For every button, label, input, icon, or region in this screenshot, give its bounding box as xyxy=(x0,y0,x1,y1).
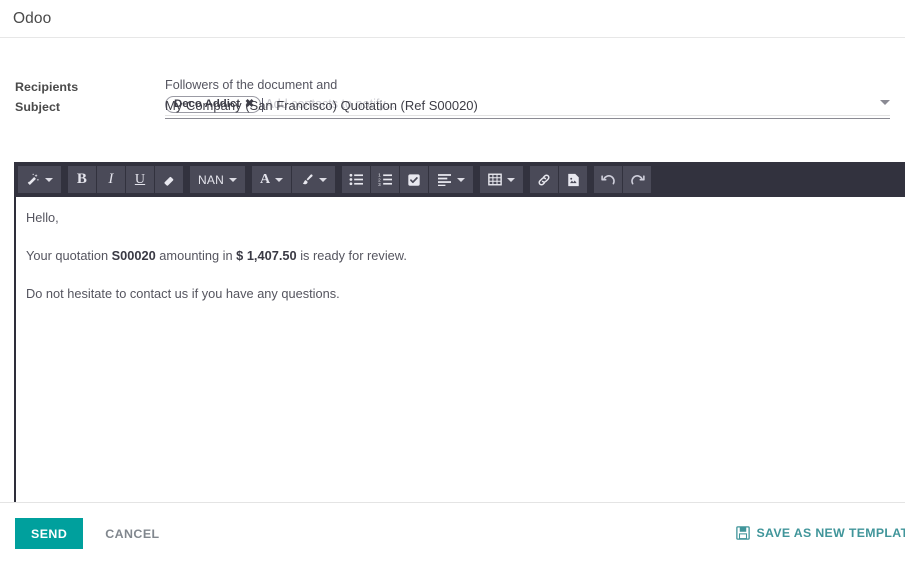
eraser-icon xyxy=(162,173,177,187)
floppy-disk-icon xyxy=(735,526,750,540)
bullet-list-icon xyxy=(349,173,364,186)
italic-button[interactable]: I xyxy=(97,166,125,193)
bold-icon: B xyxy=(76,171,88,187)
image-icon xyxy=(567,173,580,187)
magic-wand-button[interactable] xyxy=(18,166,61,193)
send-button[interactable]: SEND xyxy=(15,518,84,549)
quotation-amount: $ 1,407.50 xyxy=(236,248,297,263)
underline-button[interactable]: U xyxy=(126,166,154,193)
redo-button[interactable] xyxy=(623,166,652,193)
body-paragraph: Your quotation S00020 amounting in $ 1,4… xyxy=(26,247,905,264)
quotation-ref: S00020 xyxy=(111,248,156,263)
body-text: Do not hesitate to contact us if you hav… xyxy=(26,286,340,301)
link-icon xyxy=(537,173,551,187)
subject-input[interactable]: My Company (San Francisco) Quotation (Re… xyxy=(165,98,890,114)
font-size-button[interactable]: NAN xyxy=(190,166,245,193)
table-button[interactable] xyxy=(480,166,524,193)
body-text: Hello, xyxy=(26,210,59,225)
save-as-new-template-button[interactable]: SAVE AS NEW TEMPLATE xyxy=(730,525,905,541)
body-text: Your quotation xyxy=(26,248,112,263)
svg-text:3: 3 xyxy=(378,182,381,186)
italic-icon: I xyxy=(108,171,114,187)
magic-wand-icon xyxy=(26,173,40,187)
editor-toolbar: B I U NAN A 1 2 3 xyxy=(14,162,905,197)
body-paragraph: Do not hesitate to contact us if you hav… xyxy=(26,285,905,302)
dialog-header: Odoo xyxy=(0,0,905,38)
chevron-down-icon xyxy=(507,177,516,182)
font-size-label: NAN xyxy=(198,172,224,187)
toolbar-group-text-style: B I U xyxy=(68,166,184,193)
page-title: Odoo xyxy=(13,9,52,27)
font-color-button[interactable]: A xyxy=(251,166,292,193)
image-button[interactable] xyxy=(559,166,588,193)
toolbar-group-media xyxy=(530,166,588,193)
body-text: amounting in xyxy=(155,248,237,263)
recipients-row: Recipients Followers of the document and… xyxy=(0,38,905,116)
chevron-down-icon xyxy=(45,177,53,182)
composer-form: Recipients Followers of the document and… xyxy=(0,38,905,124)
subject-input-wrap[interactable]: My Company (San Francisco) Quotation (Re… xyxy=(165,98,890,119)
ordered-list-button[interactable]: 123 xyxy=(371,166,400,193)
table-icon xyxy=(488,173,503,186)
paintbrush-icon xyxy=(300,173,314,187)
body-paragraph: Hello, xyxy=(26,209,905,226)
bold-button[interactable]: B xyxy=(68,166,96,193)
followers-text: Followers of the document and xyxy=(165,78,338,92)
redo-icon xyxy=(630,172,645,187)
undo-button[interactable] xyxy=(594,166,623,193)
background-color-button[interactable] xyxy=(292,166,336,193)
font-color-icon: A xyxy=(259,171,271,187)
chevron-down-icon xyxy=(228,177,237,182)
link-button[interactable] xyxy=(530,166,559,193)
numbered-list-icon: 123 xyxy=(378,173,393,186)
dialog-footer: SEND CANCEL SAVE AS NEW TEMPLATE xyxy=(0,503,905,564)
underline-icon: U xyxy=(134,171,146,187)
toolbar-group-table xyxy=(480,166,524,193)
toolbar-group-snippets xyxy=(18,166,62,193)
unordered-list-button[interactable] xyxy=(342,166,371,193)
align-left-icon xyxy=(437,173,452,186)
message-body-editor[interactable]: Hello, Your quotation S00020 amounting i… xyxy=(14,197,905,502)
cancel-button[interactable]: CANCEL xyxy=(105,527,159,541)
subject-label: Subject xyxy=(15,100,61,114)
email-composer-dialog: Odoo Recipients Followers of the documen… xyxy=(0,0,905,564)
checklist-button[interactable] xyxy=(400,166,429,193)
checklist-icon xyxy=(407,173,421,187)
align-button[interactable] xyxy=(429,166,474,193)
toolbar-group-history xyxy=(594,166,652,193)
chevron-down-icon xyxy=(319,177,328,182)
chevron-down-icon xyxy=(457,177,466,182)
body-text: is ready for review. xyxy=(296,248,407,263)
remove-format-button[interactable] xyxy=(155,166,183,193)
toolbar-group-lists: 123 xyxy=(342,166,474,193)
subject-field[interactable]: My Company (San Francisco) Quotation (Re… xyxy=(165,98,890,119)
toolbar-group-font-size: NAN xyxy=(190,166,246,193)
toolbar-group-text-color: A xyxy=(251,166,336,193)
undo-icon xyxy=(601,172,616,187)
chevron-down-icon xyxy=(275,177,284,182)
recipients-label: Recipients xyxy=(15,80,79,94)
save-as-new-template-label: SAVE AS NEW TEMPLATE xyxy=(756,526,905,540)
